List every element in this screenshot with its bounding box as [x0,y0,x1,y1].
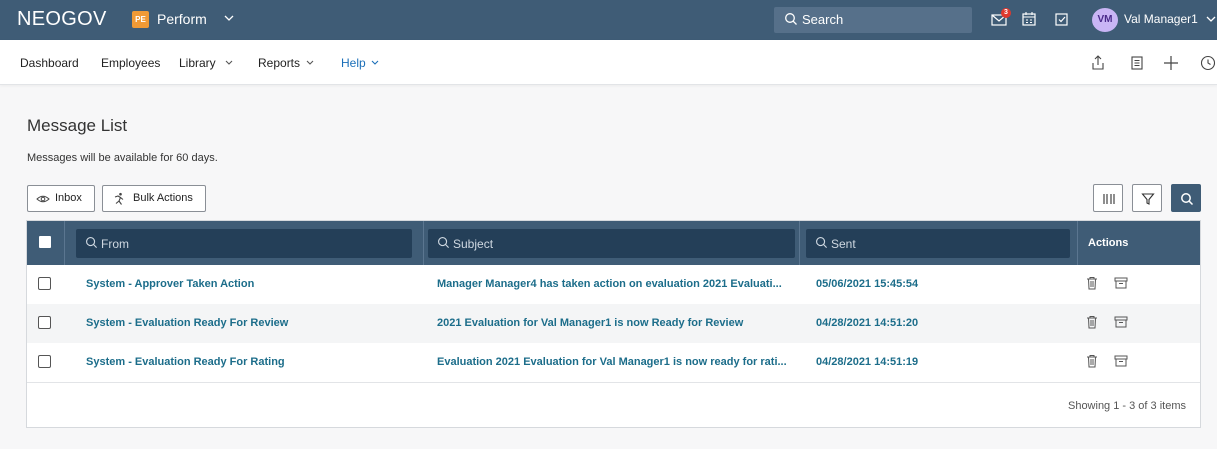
inbox-label: Inbox [55,192,82,204]
subject-filter-input[interactable]: Subject [428,229,795,258]
from-filter-input[interactable]: From [76,229,412,258]
filter-button[interactable] [1132,184,1162,212]
chevron-down-icon[interactable] [370,58,380,68]
message-from-link[interactable]: System - Evaluation Ready For Rating [86,356,406,368]
history-clock-icon[interactable] [1199,55,1217,71]
nav-item-library[interactable]: Library [179,56,216,70]
delete-icon[interactable] [1086,315,1098,329]
chevron-down-icon[interactable] [223,11,235,25]
message-subject-link[interactable]: Manager Manager4 has taken action on eva… [437,278,787,290]
column-divider [423,221,424,265]
row-checkbox[interactable] [38,316,51,329]
message-subject-link[interactable]: 2021 Evaluation for Val Manager1 is now … [437,317,787,329]
top-bar: NEOGOV PE Perform Search 3 VM Val Manage… [0,0,1217,40]
search-icon [438,237,450,249]
actions-column-header: Actions [1088,237,1129,249]
product-switcher[interactable]: Perform [157,11,207,27]
search-button[interactable] [1171,184,1201,212]
table-header: From Subject Sent Actions [27,221,1200,265]
search-icon [86,237,98,249]
table-row[interactable]: System - Evaluation Ready For Review 202… [27,304,1200,343]
subject-placeholder: Subject [453,237,494,251]
columns-icon [1103,194,1115,204]
archive-icon[interactable] [1114,315,1128,329]
eye-icon [36,195,50,203]
select-all-checkbox[interactable] [39,236,51,248]
delete-icon[interactable] [1086,354,1098,368]
calendar-icon[interactable] [1021,10,1037,28]
product-badge: PE [132,11,149,28]
chevron-down-icon[interactable] [224,58,234,68]
message-from-link[interactable]: System - Approver Taken Action [86,278,406,290]
global-search-input[interactable]: Search [774,7,972,33]
filter-icon [1141,193,1155,205]
column-chooser-button[interactable] [1093,184,1123,212]
message-subject-link[interactable]: Evaluation 2021 Evaluation for Val Manag… [437,356,787,368]
nav-item-reports[interactable]: Reports [258,56,300,70]
row-checkbox[interactable] [38,277,51,290]
avatar[interactable]: VM [1092,8,1118,32]
pagination-summary: Showing 1 - 3 of 3 items [1067,400,1186,412]
plus-icon[interactable] [1163,55,1179,71]
table-row[interactable]: System - Evaluation Ready For Rating Eva… [27,343,1200,382]
nav-item-dashboard[interactable]: Dashboard [20,56,79,70]
user-menu[interactable]: Val Manager1 [1124,12,1198,26]
archive-icon[interactable] [1114,276,1128,290]
message-sent-date: 05/06/2021 15:45:54 [816,278,919,290]
bulk-actions-button[interactable]: Bulk Actions [102,185,206,212]
checkbox-task-icon[interactable] [1054,10,1070,28]
table-row[interactable]: System - Approver Taken Action Manager M… [27,265,1200,304]
sent-filter-input[interactable]: Sent [806,229,1070,258]
chevron-down-icon[interactable] [305,58,315,68]
chevron-down-icon[interactable] [1205,12,1217,26]
share-icon[interactable] [1091,55,1105,71]
column-divider [1077,221,1078,265]
main-nav: Dashboard Employees Library Reports Help [0,40,1217,85]
message-sent-date: 04/28/2021 14:51:20 [816,317,919,329]
column-divider [799,221,800,265]
search-icon [816,237,828,249]
row-checkbox[interactable] [38,355,51,368]
archive-icon[interactable] [1114,354,1128,368]
page-title: Message List [27,116,128,135]
nav-item-employees[interactable]: Employees [101,56,160,70]
page-subtitle: Messages will be available for 60 days. [27,152,218,164]
running-person-icon [114,192,124,205]
column-divider [64,221,65,265]
sent-placeholder: Sent [831,237,856,251]
message-table: From Subject Sent Actions System - Appro… [26,220,1201,428]
search-icon [1181,193,1194,206]
delete-icon[interactable] [1086,276,1098,290]
search-placeholder: Search [802,12,844,27]
bulk-actions-label: Bulk Actions [133,192,193,204]
document-icon[interactable] [1130,55,1144,71]
neogov-logo[interactable]: NEOGOV [17,8,107,31]
nav-item-help[interactable]: Help [341,56,366,70]
notification-badge: 3 [1001,8,1011,18]
inbox-button[interactable]: Inbox [27,185,95,212]
message-from-link[interactable]: System - Evaluation Ready For Review [86,317,406,329]
search-icon [785,13,797,25]
table-footer-divider [27,382,1200,383]
from-placeholder: From [101,237,129,251]
message-sent-date: 04/28/2021 14:51:19 [816,356,919,368]
